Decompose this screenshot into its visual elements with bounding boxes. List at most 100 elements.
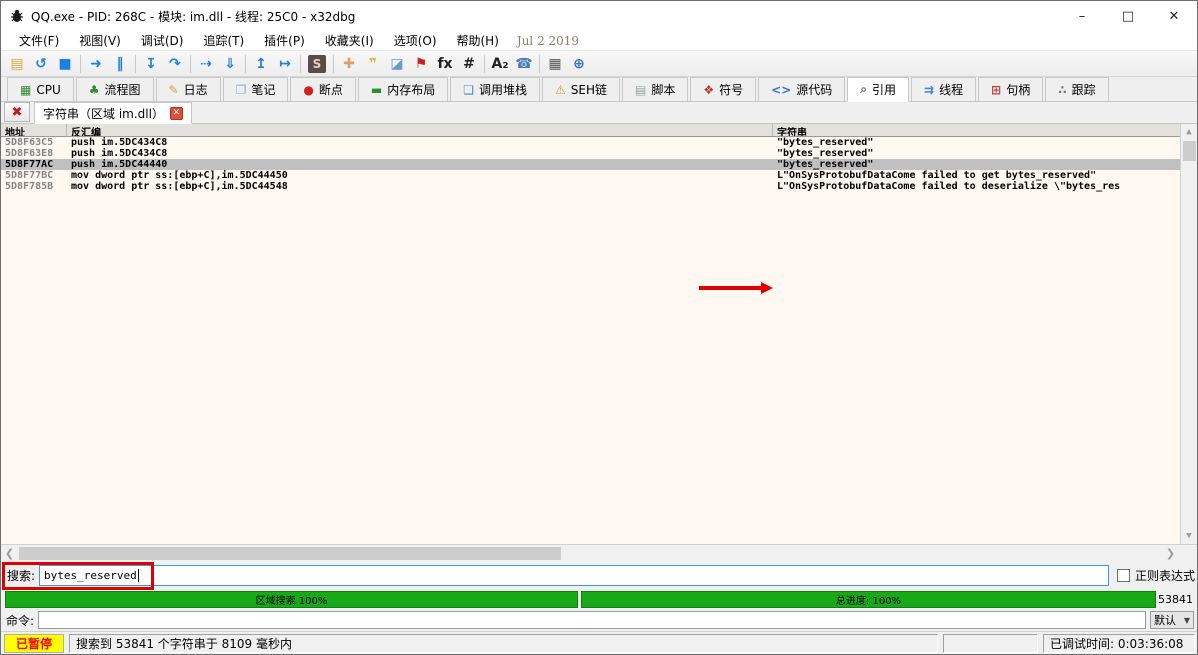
menu-item[interactable]: 调试(D) (131, 34, 194, 48)
handheld-icon[interactable]: ☎ (512, 53, 536, 75)
tab-log[interactable]: ✎日志 (156, 77, 221, 101)
tab-label: 引用 (872, 81, 896, 98)
menu-item[interactable]: 选项(O) (384, 34, 447, 48)
command-profile-dropdown[interactable]: 默认 ▼ (1150, 611, 1194, 629)
region-search-progressbar: 区域搜索 100% (5, 591, 578, 608)
table-row[interactable]: 5D8F77ACpush im.5DC44440"bytes_reserved" (1, 159, 1197, 170)
table-row[interactable]: 5D8F785Bmov dword ptr ss:[ebp+C],im.5DC4… (1, 181, 1197, 192)
tab-label: 流程图 (105, 81, 141, 98)
tab-symbols[interactable]: ❖符号 (690, 77, 756, 101)
scroll-down-icon[interactable]: ▼ (1181, 528, 1197, 544)
tab-references[interactable]: ⌕ 引用 (847, 77, 909, 102)
toolbar: ▤↺■ ➜‖ ↧↷ ⇢⇓ ↥↦ S ✚❞◪⚑fx# A₂☎ ▦⊕ (1, 51, 1197, 77)
pause-icon[interactable]: ‖ (108, 53, 132, 75)
horizontal-scroll-thumb[interactable] (19, 547, 561, 560)
window-title: QQ.exe - PID: 268C - 模块: im.dll - 线程: 25… (31, 8, 1059, 25)
tab-threads[interactable]: ⇉ 线程 (911, 77, 976, 101)
column-header-address[interactable]: 地址 (1, 124, 67, 136)
total-progressbar: 总进度: 100% (581, 591, 1156, 608)
tab-label: 源代码 (796, 81, 832, 98)
menu-item[interactable]: 追踪(T) (193, 34, 254, 48)
tab-call-stack[interactable]: ❏调用堆栈 (450, 77, 540, 101)
run-to-user-code-icon[interactable]: ↦ (273, 53, 297, 75)
scroll-left-icon[interactable]: ❮ (1, 547, 18, 560)
scroll-right-icon[interactable]: ❯ (1162, 547, 1179, 560)
tab-cpu[interactable]: ▦CPU (7, 77, 74, 101)
az-strings-icon[interactable]: A₂ (488, 53, 512, 75)
call-stack-icon: ❏ (463, 83, 474, 97)
menu-item[interactable]: 帮助(H) (447, 34, 509, 48)
open-file-icon[interactable]: ▤ (5, 53, 29, 75)
notes-icon: ❐ (236, 83, 247, 97)
toolbar-separator (190, 55, 191, 73)
tab-script[interactable]: ▤脚本 (622, 77, 688, 101)
search-input[interactable]: bytes_reserved (39, 565, 1109, 586)
main-tab-bar: ▦CPU♣流程图✎日志❐笔记●断点▬内存布局❏调用堆栈⚠SEH链▤脚本❖符号<>… (1, 77, 1197, 102)
tab-source-code[interactable]: <>源代码 (758, 77, 845, 101)
tab-breakpoints[interactable]: ●断点 (290, 77, 356, 101)
animate-into-icon[interactable]: ⇢ (194, 53, 218, 75)
patches-icon[interactable]: ✚ (337, 53, 361, 75)
close-all-tabs-button[interactable]: ✖ (4, 102, 30, 122)
tab-trace[interactable]: ∴跟踪 (1045, 77, 1108, 101)
text-caret (138, 569, 139, 582)
scroll-up-icon[interactable]: ▲ (1181, 124, 1197, 140)
calculator-icon[interactable]: ▦ (543, 53, 567, 75)
close-debuggee-icon[interactable]: ■ (53, 53, 77, 75)
search-match-underline: bytes_reserved (783, 137, 867, 148)
menu-item[interactable]: 收藏夹(I) (315, 34, 384, 48)
step-over-icon[interactable]: ↷ (163, 53, 187, 75)
tab-graph[interactable]: ♣流程图 (76, 77, 154, 101)
references-table: 地址 反汇编 字符串 5D8F63C5push im.5DC434C8"byte… (1, 124, 1197, 544)
execute-till-return-icon[interactable]: ↥ (249, 53, 273, 75)
tab-label: 断点 (319, 81, 343, 98)
regex-checkbox[interactable] (1117, 569, 1130, 582)
table-row[interactable]: 5D8F77BCmov dword ptr ss:[ebp+C],im.5DC4… (1, 170, 1197, 181)
horizontal-scrollbar[interactable]: ❮ ❯ (1, 544, 1197, 561)
animate-over-icon[interactable]: ⇓ (218, 53, 242, 75)
tab-handles[interactable]: ⊞句柄 (978, 77, 1043, 101)
references-icon: ⌕ (860, 82, 867, 97)
status-bar: 已暂停 搜索到 53841 个字符串于 8109 毫秒内 已调试时间: 0:03… (1, 631, 1197, 654)
menu-item[interactable]: 文件(F) (9, 34, 69, 48)
close-button[interactable]: ✕ (1151, 1, 1197, 31)
cell-disassembly: mov dword ptr ss:[ebp+C],im.5DC44450 (67, 170, 773, 181)
vertical-scrollbar[interactable]: ▲ ▼ (1180, 124, 1197, 544)
tab-strings-region[interactable]: 字符串（区域 im.dll） ✕ (34, 102, 192, 124)
restart-icon[interactable]: ↺ (29, 53, 53, 75)
tab-notes[interactable]: ❐笔记 (223, 77, 289, 101)
table-row[interactable]: 5D8F63E8push im.5DC434C8"bytes_reserved" (1, 148, 1197, 159)
tab-label: 线程 (939, 81, 963, 98)
search-row: 搜索: bytes_reserved 正则表达式 (1, 561, 1197, 590)
close-tab-icon[interactable]: ✕ (170, 107, 183, 120)
trace-icon: ∴ (1058, 83, 1066, 97)
cell-disassembly: push im.5DC44440 (67, 159, 773, 170)
tab-label: SEH链 (571, 81, 607, 98)
column-header-disassembly[interactable]: 反汇编 (67, 124, 773, 136)
globe-icon[interactable]: ⊕ (567, 53, 591, 75)
log-icon: ✎ (169, 83, 179, 97)
table-row[interactable]: 5D8F63C5push im.5DC434C8"bytes_reserved" (1, 137, 1197, 148)
tab-memory-map[interactable]: ▬内存布局 (358, 77, 448, 101)
status-message: 搜索到 53841 个字符串于 8109 毫秒内 (69, 634, 938, 653)
threads-icon: ⇉ (924, 83, 934, 97)
step-into-icon[interactable]: ↧ (139, 53, 163, 75)
labels-icon[interactable]: ◪ (385, 53, 409, 75)
vertical-scroll-thumb[interactable] (1183, 141, 1196, 161)
maximize-button[interactable]: □ (1105, 1, 1151, 31)
hash-icon[interactable]: # (457, 53, 481, 75)
menu-item[interactable]: 插件(P) (254, 34, 315, 48)
tab-seh-chain[interactable]: ⚠SEH链 (542, 77, 620, 101)
s-toggle-icon[interactable]: S (308, 55, 326, 73)
menu-item[interactable]: 视图(V) (69, 34, 131, 48)
run-icon[interactable]: ➜ (84, 53, 108, 75)
toolbar-separator (484, 55, 485, 73)
command-input[interactable] (38, 611, 1146, 629)
minimize-button[interactable]: – (1059, 1, 1105, 31)
cell-address: 5D8F63C5 (1, 137, 67, 148)
comments-icon[interactable]: ❞ (361, 53, 385, 75)
column-header-string[interactable]: 字符串 (773, 124, 1197, 136)
status-empty-panel (943, 634, 1038, 653)
functions-icon[interactable]: fx (433, 53, 457, 75)
bookmarks-icon[interactable]: ⚑ (409, 53, 433, 75)
